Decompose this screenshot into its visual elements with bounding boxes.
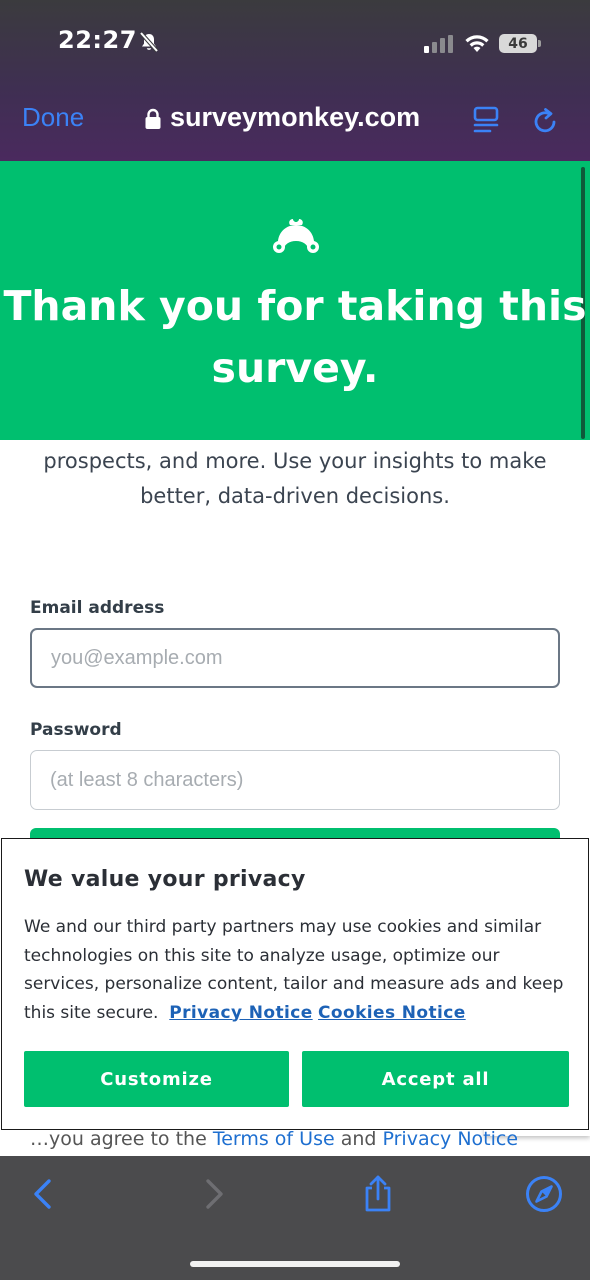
privacy-link[interactable]: Privacy Notice — [383, 1128, 519, 1150]
silent-bell-icon — [139, 31, 159, 53]
password-field[interactable]: (at least 8 characters) — [30, 750, 560, 810]
lock-icon — [145, 108, 161, 129]
thank-you-title: Thank you for taking this survey. — [3, 282, 587, 392]
privacy-title: We value your privacy — [24, 867, 306, 892]
cellular-signal-icon — [424, 35, 453, 53]
battery-level: 46 — [508, 35, 528, 52]
terms-link[interactable]: Terms of Use — [213, 1128, 335, 1150]
status-time: 22:27 — [58, 26, 137, 54]
privacy-consent-dialog: We value your privacy We and our third p… — [1, 838, 589, 1130]
browser-chrome: 22:27 46 Done surveymonkey.com — [0, 0, 590, 161]
browser-toolbar — [0, 1156, 590, 1280]
back-icon[interactable] — [24, 1174, 64, 1214]
url-address[interactable]: surveymonkey.com — [170, 102, 420, 133]
compass-icon[interactable] — [524, 1174, 564, 1214]
accept-all-button[interactable]: Accept all — [302, 1051, 569, 1107]
password-placeholder: (at least 8 characters) — [50, 768, 244, 791]
privacy-notice-link[interactable]: Privacy Notice — [169, 1003, 312, 1023]
url-bar: Done surveymonkey.com — [0, 88, 590, 161]
email-label: Email address — [30, 598, 165, 618]
home-indicator[interactable] — [190, 1261, 400, 1267]
thank-you-banner: Thank you for taking this survey. — [0, 161, 590, 440]
battery-indicator: 46 — [499, 34, 541, 53]
privacy-description: We and our third party partners may use … — [24, 913, 569, 1027]
done-button[interactable]: Done — [22, 102, 84, 133]
customize-button[interactable]: Customize — [24, 1051, 289, 1107]
password-label: Password — [30, 720, 122, 740]
email-field[interactable]: you@example.com — [30, 628, 560, 688]
forward-icon[interactable] — [194, 1174, 234, 1214]
marketing-text: prospects, and more. Use your insights t… — [43, 449, 547, 508]
reload-icon[interactable] — [532, 105, 560, 135]
reader-mode-icon[interactable] — [472, 105, 500, 135]
cookies-notice-link[interactable]: Cookies Notice — [318, 1003, 466, 1023]
status-bar: 22:27 46 — [0, 0, 590, 88]
surveymonkey-logo-icon — [273, 219, 319, 253]
share-icon[interactable] — [358, 1174, 398, 1214]
wifi-icon — [465, 35, 489, 52]
email-placeholder: you@example.com — [51, 646, 223, 669]
terms-text: …you agree to the Terms of Use and Priva… — [30, 1128, 519, 1150]
